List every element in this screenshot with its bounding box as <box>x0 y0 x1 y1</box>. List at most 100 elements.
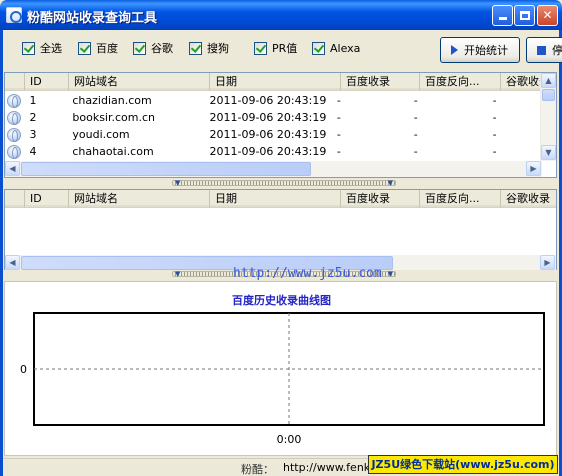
column-header-domain[interactable]: 网站域名 <box>69 190 210 207</box>
option-pr[interactable]: PR值 <box>254 40 297 56</box>
cell-baidu-backlinks: - <box>413 111 418 124</box>
maximize-icon <box>519 11 530 20</box>
globe-icon <box>7 110 21 125</box>
globe-icon <box>7 144 21 159</box>
option-label: PR值 <box>272 42 298 55</box>
cell-id: 4 <box>29 145 37 158</box>
cell-id: 3 <box>29 128 37 141</box>
table-row[interactable]: 1 chazidian.com 2011-09-06 20:43:19 - - … <box>5 92 546 109</box>
history-chart: 0 0:00 <box>20 312 545 446</box>
column-header-domain[interactable]: 网站域名 <box>69 73 210 90</box>
column-header-id[interactable]: ID <box>25 73 69 90</box>
splitter-grip[interactable]: ▼ ▼ <box>172 179 396 187</box>
results-horizontal-scrollbar[interactable]: ◀ ▶ <box>5 161 542 177</box>
cell-date: 2011-09-06 20:43:19 <box>209 94 327 107</box>
splitter-top[interactable]: ▼ ▼ <box>4 179 557 188</box>
scroll-left-icon[interactable]: ◀ <box>5 161 20 176</box>
column-header-baidu-backlinks[interactable]: 百度反向... <box>420 190 501 207</box>
column-header-google[interactable]: 谷歌收录 <box>501 190 556 207</box>
collapse-down-icon: ▼ <box>175 270 181 278</box>
row-icon-cell <box>5 127 24 142</box>
maximize-button[interactable] <box>514 5 535 26</box>
status-label: 粉酷： <box>241 463 274 476</box>
results-vertical-scrollbar[interactable]: ▲ ▼ <box>540 73 556 161</box>
cell-domain: chazidian.com <box>72 94 152 107</box>
option-label: Alexa <box>330 41 361 55</box>
status-url[interactable]: http://www.fenku <box>283 461 375 474</box>
table-row[interactable]: 4 chahaotai.com 2011-09-06 20:43:19 - - … <box>5 143 546 160</box>
window-frame-left <box>0 30 3 476</box>
stop-label: 停 <box>552 44 562 57</box>
checkbox-checked-icon[interactable] <box>254 41 267 55</box>
cell-domain: youdi.com <box>72 128 130 141</box>
checkbox-checked-icon[interactable] <box>22 41 35 55</box>
column-header-baidu-backlinks[interactable]: 百度反向... <box>420 73 501 90</box>
option-baidu[interactable]: 百度 <box>78 40 118 56</box>
column-header-date[interactable]: 日期 <box>210 190 341 207</box>
checkbox-checked-icon[interactable] <box>78 41 91 55</box>
cell-date: 2011-09-06 20:43:19 <box>209 111 327 124</box>
y-tick-label: 0 <box>20 363 27 376</box>
app-icon <box>6 7 22 23</box>
history-list[interactable]: ID 网站域名 日期 百度收录 百度反向... 谷歌收录 ◀ ▶ <box>4 189 557 271</box>
history-header: ID 网站域名 日期 百度收录 百度反向... 谷歌收录 <box>5 190 556 208</box>
cell-domain: chahaotai.com <box>72 145 154 158</box>
scroll-thumb[interactable] <box>542 89 555 101</box>
stop-icon <box>537 45 546 55</box>
cell-domain: booksir.com.cn <box>72 111 155 124</box>
cell-baidu: - <box>336 94 341 107</box>
option-google[interactable]: 谷歌 <box>133 40 173 56</box>
cell-baidu-backlinks: - <box>413 94 418 107</box>
stop-button[interactable]: 停 <box>526 37 562 63</box>
cell-google: - <box>492 111 497 124</box>
cell-baidu: - <box>336 145 341 158</box>
scroll-right-icon[interactable]: ▶ <box>526 161 541 176</box>
option-label: 百度 <box>96 42 118 55</box>
results-rows: 1 chazidian.com 2011-09-06 20:43:19 - - … <box>5 92 546 160</box>
option-label: 搜狗 <box>207 42 229 55</box>
column-header-id[interactable]: ID <box>25 190 69 207</box>
cell-baidu-backlinks: - <box>413 128 418 141</box>
globe-icon <box>7 93 21 108</box>
checkbox-checked-icon[interactable] <box>133 41 146 55</box>
cell-baidu: - <box>336 111 341 124</box>
column-header-icon[interactable] <box>5 190 25 207</box>
scroll-up-icon[interactable]: ▲ <box>541 73 556 88</box>
title-bar[interactable]: 粉酷网站收录查询工具 ✕ <box>0 0 562 30</box>
scroll-left-icon[interactable]: ◀ <box>5 255 20 270</box>
checkbox-checked-icon[interactable] <box>312 41 325 55</box>
collapse-down-icon: ▼ <box>387 270 393 278</box>
start-button[interactable]: 开始统计 <box>440 37 520 63</box>
column-header-baidu[interactable]: 百度收录 <box>341 190 420 207</box>
results-header: ID 网站域名 日期 百度收录 百度反向... 谷歌收录 <box>5 73 556 91</box>
row-icon-cell <box>5 93 24 108</box>
collapse-down-icon: ▼ <box>175 179 181 187</box>
scroll-down-icon[interactable]: ▼ <box>541 145 556 160</box>
play-icon <box>451 45 458 55</box>
close-button[interactable]: ✕ <box>537 5 558 26</box>
option-alexa[interactable]: Alexa <box>312 40 360 56</box>
option-sogou[interactable]: 搜狗 <box>189 40 229 56</box>
column-header-baidu[interactable]: 百度收录 <box>341 73 420 90</box>
cell-google: - <box>492 94 497 107</box>
cell-google: - <box>492 128 497 141</box>
option-label: 谷歌 <box>151 42 173 55</box>
window-title: 粉酷网站收录查询工具 <box>27 11 158 26</box>
results-list[interactable]: ID 网站域名 日期 百度收录 百度反向... 谷歌收录 1 chazidian… <box>4 72 557 178</box>
table-row[interactable]: 3 youdi.com 2011-09-06 20:43:19 - - - <box>5 126 546 143</box>
checkbox-checked-icon[interactable] <box>189 41 202 55</box>
option-select-all[interactable]: 全选 <box>22 40 62 56</box>
column-header-icon[interactable] <box>5 73 25 90</box>
cell-id: 2 <box>29 111 37 124</box>
scroll-thumb[interactable] <box>21 162 311 176</box>
row-icon-cell <box>5 110 24 125</box>
column-header-date[interactable]: 日期 <box>210 73 341 90</box>
table-row[interactable]: 2 booksir.com.cn 2011-09-06 20:43:19 - -… <box>5 109 546 126</box>
cell-id: 1 <box>29 94 37 107</box>
minimize-icon <box>498 17 507 20</box>
minimize-button[interactable] <box>492 5 513 26</box>
row-icon-cell <box>5 144 24 159</box>
collapse-down-icon: ▼ <box>387 179 393 187</box>
cell-baidu-backlinks: - <box>413 145 418 158</box>
scroll-right-icon[interactable]: ▶ <box>540 255 555 270</box>
